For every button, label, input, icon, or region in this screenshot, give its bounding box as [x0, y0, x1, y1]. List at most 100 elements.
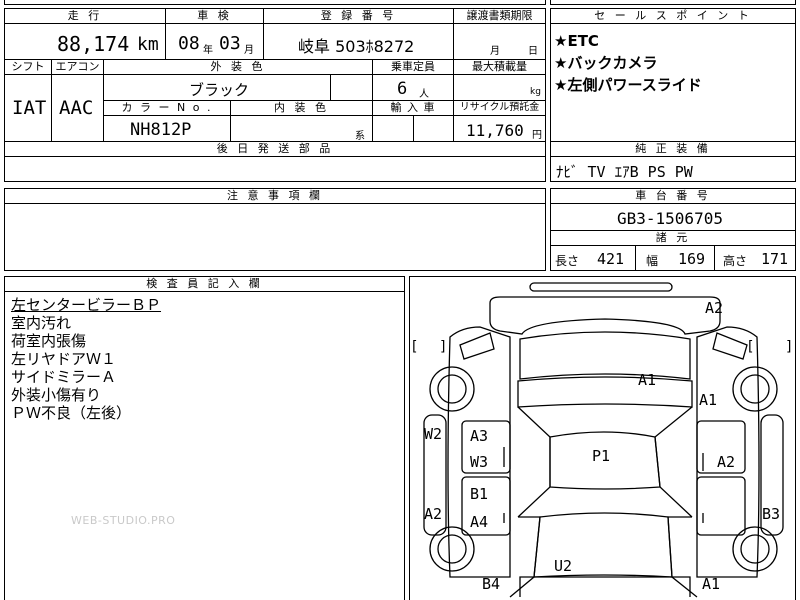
- width-value: 169: [678, 250, 706, 268]
- year-unit: 年: [203, 45, 213, 56]
- deadline-month-unit: 月: [490, 46, 500, 57]
- inspector-note: サイドミラーＡ: [11, 368, 117, 386]
- max-load-cell: kg: [453, 74, 546, 101]
- sales-top-edge: [550, 0, 796, 5]
- aircon-cell: AAC: [51, 74, 104, 142]
- shift-cell: IAT: [4, 74, 52, 142]
- sales-point-item: ★ETC: [554, 32, 599, 50]
- windshield: [519, 331, 691, 380]
- pillar-right: [654, 406, 693, 518]
- inspector-note: 外装小傷有り: [11, 386, 102, 404]
- mileage-cell: 88,174 km: [4, 23, 166, 60]
- length-label: 長さ: [555, 254, 580, 268]
- damage-mark: A1: [638, 371, 657, 389]
- rear-hatch: [509, 516, 541, 598]
- sales-points-header: セ ー ル ス ポ イ ン ト: [550, 8, 796, 24]
- transfer-deadline-header: 譲渡書類期限: [453, 8, 546, 24]
- chassis-value: GB3-1506705: [617, 209, 723, 228]
- wheel-rear-right-inner: [740, 534, 770, 564]
- wheel-rear-left: [429, 526, 475, 572]
- capacity-cell: 6 人: [372, 74, 454, 101]
- registration-value: 岐阜 503ﾎ8272: [298, 37, 415, 56]
- max-load-unit: kg: [530, 87, 541, 97]
- inspection-cell: 08 年 03 月: [165, 23, 264, 60]
- aircon-value: AAC: [59, 97, 94, 119]
- damage-mark: A4: [470, 513, 489, 531]
- damage-mark: B4: [482, 575, 501, 593]
- damage-mark: A3: [470, 427, 489, 445]
- deadline-day-unit: 日: [528, 46, 538, 57]
- roof-front: [517, 376, 693, 408]
- inspector-note: ＰＷ不良（左後）: [11, 404, 132, 422]
- height-cell: 高さ 171: [714, 245, 796, 271]
- bracket-right-top: [: [748, 339, 754, 355]
- inspection-header: 車 検: [165, 8, 264, 24]
- wheel-rear-right: [732, 526, 778, 572]
- inspector-note: 荷室内張傷: [11, 332, 87, 350]
- mileage-unit: km: [137, 34, 159, 55]
- color-no-value: NH812P: [130, 120, 192, 140]
- caution-box: [4, 203, 546, 271]
- exterior-color-extra-cell: [330, 74, 373, 101]
- length-value: 421: [597, 250, 625, 268]
- import-cell-b: [413, 115, 454, 142]
- exterior-color-cell: ブラック: [103, 74, 331, 101]
- recycle-value: 11,760: [466, 121, 524, 140]
- damage-mark: A2: [705, 299, 724, 317]
- length-cell: 長さ 421: [550, 245, 636, 271]
- damage-mark: A2: [424, 505, 443, 523]
- wheel-front-left-inner: [437, 374, 467, 404]
- sales-point-item: ★バックカメラ: [554, 54, 658, 72]
- later-parts-header: 後 日 発 送 部 品: [4, 141, 546, 157]
- damage-mark: W3: [470, 453, 489, 471]
- capacity-unit: 人: [419, 89, 429, 100]
- import-cell-a: [372, 115, 414, 142]
- inspection-year: 08: [178, 33, 200, 54]
- damage-mark: P1: [592, 447, 611, 465]
- left-body-side: [447, 326, 511, 578]
- damage-mark: U2: [554, 557, 573, 575]
- damage-mark: W2: [424, 425, 443, 443]
- wheel-front-right-inner: [740, 374, 770, 404]
- genuine-equipment-box: ﾅﾋﾞ TV ｴｱB PS PW: [550, 156, 796, 182]
- bracket-left-top-close: ]: [440, 339, 446, 355]
- damage-mark: A1: [699, 391, 718, 409]
- front-bumper-bar: [529, 282, 673, 292]
- capacity-header: 乗車定員: [372, 59, 454, 75]
- rear-bumper: [519, 576, 691, 597]
- specs-header: 諸 元: [550, 230, 796, 246]
- hood-outline: [489, 296, 721, 335]
- damage-mark: B3: [762, 505, 781, 523]
- inspection-month: 03: [219, 33, 241, 54]
- watermark: WEB-STUDIO.PRO: [71, 514, 176, 527]
- wheel-front-left: [429, 366, 475, 412]
- sales-point-item: ★左側パワースライド: [554, 76, 702, 94]
- wheel-rear-left-inner: [437, 534, 467, 564]
- chassis-header: 車 台 番 号: [550, 188, 796, 204]
- width-cell: 幅 169: [635, 245, 715, 271]
- right-rear-door: [696, 476, 746, 536]
- mileage-value: 88,174: [57, 32, 130, 56]
- damage-mark: B1: [470, 485, 489, 503]
- inspector-box: 左センタービラーＢＰ 室内汚れ 荷室内張傷 左リヤドアＷ１ サイドミラーＡ 外装…: [4, 291, 405, 600]
- color-no-header: カ ラ ー N o .: [103, 100, 231, 116]
- exterior-color-header: 外 装 色: [103, 59, 373, 75]
- color-no-cell: NH812P: [103, 115, 231, 142]
- recycle-unit: 円: [532, 130, 542, 141]
- capacity-value: 6: [397, 79, 408, 99]
- registration-header: 登 録 番 号: [263, 8, 454, 24]
- interior-color-header: 内 装 色: [230, 100, 373, 116]
- rear-hatch-r: [667, 516, 698, 598]
- shift-header: シフト: [4, 59, 52, 75]
- interior-color-cell: 系: [230, 115, 373, 142]
- max-load-header: 最大積載量: [453, 59, 546, 75]
- car-diagram-box: [ ] [ ] A2 A1 A1 W2 A3 W3 P1 A2 B1 A4 A2…: [409, 276, 796, 600]
- bracket-right-top-close: ]: [786, 339, 792, 355]
- width-label: 幅: [646, 254, 659, 268]
- interior-unit: 系: [355, 131, 365, 142]
- inspector-note: 左リヤドアＷ１: [11, 350, 117, 368]
- sales-points-box: ★ETC ★バックカメラ ★左側パワースライド: [550, 23, 796, 142]
- damage-mark: A1: [702, 575, 721, 593]
- wheel-front-right: [732, 366, 778, 412]
- bracket-left-top: [: [412, 339, 418, 355]
